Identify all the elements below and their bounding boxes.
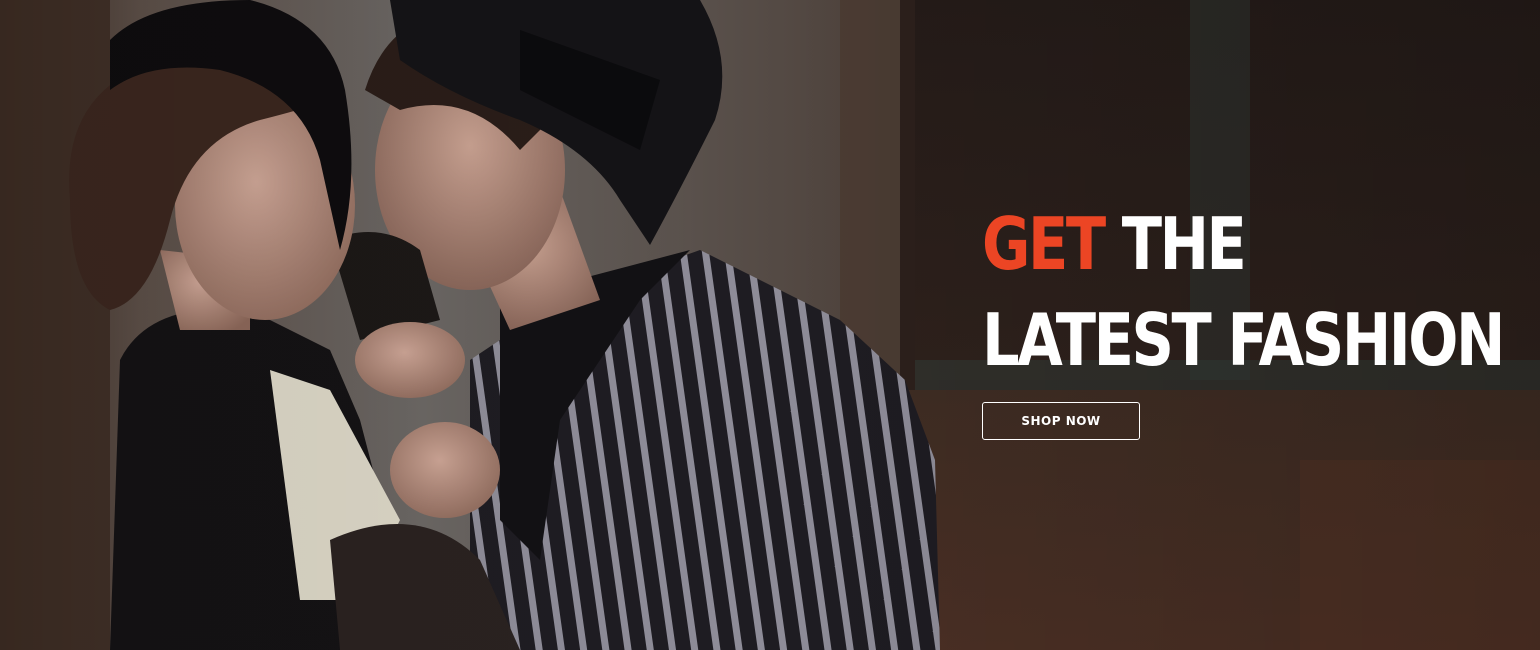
hero-headline-block: GET THE LATEST FASHION bbox=[982, 196, 1540, 388]
hero-headline-line1: GET THE bbox=[982, 196, 1503, 292]
hero-headline-line2: LATEST FASHION bbox=[982, 298, 1505, 382]
shop-now-button[interactable]: SHOP NOW bbox=[982, 402, 1140, 440]
hero-banner: GET THE LATEST FASHION SHOP NOW bbox=[0, 0, 1540, 650]
headline-word: THE bbox=[1121, 202, 1247, 286]
headline-accent-word: GET bbox=[982, 202, 1106, 286]
